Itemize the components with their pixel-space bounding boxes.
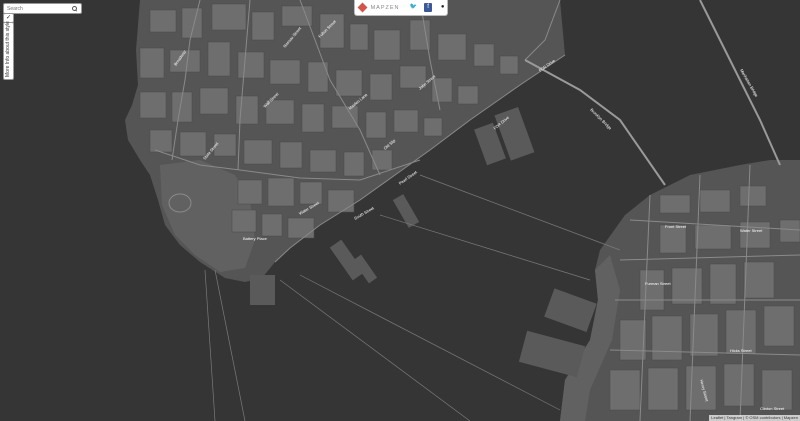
label-furman-street: Furman Street (645, 281, 671, 286)
search-bar[interactable] (3, 3, 82, 14)
map-canvas[interactable]: Brooklyn Bridge Manhattan Bridge FDR Dri… (0, 0, 800, 421)
label-hicks-street: Hicks Street (730, 348, 752, 353)
search-icon[interactable] (71, 5, 78, 12)
facebook-icon[interactable]: f (423, 3, 433, 12)
label-clinton-street: Clinton Street (760, 406, 785, 411)
brand-name[interactable]: MAPZEN (371, 5, 404, 11)
more-info-tab[interactable]: More Info about this style (3, 21, 14, 80)
mapzen-logo-icon[interactable] (358, 3, 368, 13)
twitter-icon[interactable]: 🐦 (409, 3, 418, 12)
label-water-street-bk: Water Street (740, 228, 763, 233)
brand-bar: MAPZEN 🐦 f ● (354, 0, 448, 16)
label-front-street: Front Street (665, 224, 687, 229)
github-icon[interactable]: ● (438, 3, 447, 12)
label-battery-place: Battery Place (243, 236, 268, 241)
search-input[interactable] (4, 5, 71, 12)
map-attribution[interactable]: Leaflet | Tangram | © OSM contributors |… (709, 415, 800, 421)
more-info-label: More Info about this style (5, 21, 11, 77)
